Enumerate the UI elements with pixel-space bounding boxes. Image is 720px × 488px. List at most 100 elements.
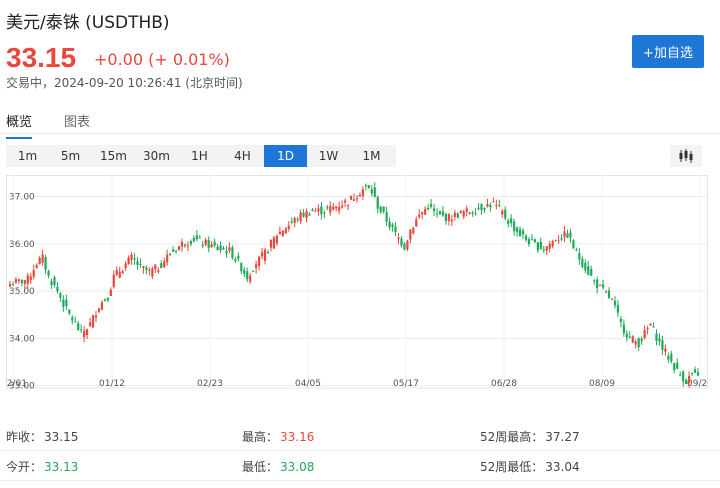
tab-chart[interactable]: 图表 [64, 109, 90, 139]
candle-body [596, 279, 599, 289]
candle-body [450, 219, 453, 222]
candle-body [88, 322, 92, 326]
candle-body [530, 239, 534, 241]
candle-body [438, 210, 442, 215]
candle-body [344, 200, 347, 203]
candle-body [658, 338, 661, 342]
candle-body [364, 185, 367, 187]
candle-body [177, 246, 181, 251]
candle-body [127, 257, 130, 265]
stat-label: 今开： [6, 460, 43, 474]
period-5m[interactable]: 5m [49, 145, 92, 167]
add-to-watchlist-button[interactable]: +加自选 [632, 35, 704, 68]
candle-body [602, 284, 605, 288]
period-1d[interactable]: 1D [264, 145, 307, 167]
candle-body [587, 266, 590, 275]
candle-body [174, 251, 178, 253]
candle-body [302, 212, 305, 217]
candle-body [504, 209, 507, 219]
candle-body [400, 238, 403, 246]
candle-body [590, 269, 593, 276]
candle-body [180, 241, 184, 247]
candle-body [50, 281, 53, 286]
period-1mo[interactable]: 1M [350, 145, 393, 167]
candle-body [56, 286, 59, 292]
candle-body [172, 249, 175, 252]
candle-body [68, 309, 71, 314]
candle-body [160, 263, 163, 268]
candle-body [11, 284, 15, 286]
candle-body [444, 213, 448, 221]
candle-body [139, 263, 142, 265]
period-4h[interactable]: 4H [221, 145, 264, 167]
candle-body [682, 371, 685, 382]
chart-type-button[interactable] [670, 145, 702, 167]
candle-body [100, 302, 104, 310]
candle-body [269, 239, 273, 248]
candle-body [670, 353, 673, 362]
stats-row-2: 今开： 33.13 最低： 33.08 52周最低： 33.04 [0, 450, 720, 481]
candle-body [610, 298, 614, 300]
candle-body [539, 241, 542, 250]
x-tick-label: 04/05 [295, 379, 321, 389]
candle-body [207, 239, 210, 248]
candle-body [661, 340, 664, 350]
candle-body [80, 329, 83, 331]
tab-overview[interactable]: 概览 [6, 109, 33, 139]
candle-body [148, 269, 151, 271]
candle-body [231, 247, 234, 259]
stat-value: 33.13 [44, 460, 79, 474]
candle-body [346, 204, 350, 206]
period-30m[interactable]: 30m [135, 145, 178, 167]
period-1w[interactable]: 1W [307, 145, 350, 167]
candle-body [299, 212, 302, 222]
candle-body [219, 245, 222, 251]
candle-body [222, 248, 225, 250]
candle-body [296, 219, 299, 221]
candle-body [575, 249, 578, 251]
period-1h[interactable]: 1H [178, 145, 221, 167]
x-tick-label: 02/23 [197, 379, 223, 389]
candle-body [77, 323, 80, 331]
candle-body [169, 253, 172, 255]
candle-body [74, 321, 77, 323]
candle-body [305, 211, 308, 219]
period-15m[interactable]: 15m [92, 145, 135, 167]
candle-body [607, 290, 611, 299]
candle-body [8, 284, 12, 287]
candle-body [255, 264, 258, 269]
candle-body [317, 208, 320, 212]
candle-body [693, 369, 697, 373]
candle-body [483, 207, 486, 210]
candle-body [373, 187, 376, 197]
candle-body [228, 247, 231, 251]
candle-body [86, 329, 89, 335]
price-chart[interactable]: 37.0036.0035.0034.0033.0012/0101/1202/23… [6, 175, 708, 412]
candle-body [406, 240, 409, 250]
candle-body [204, 239, 207, 245]
candle-body [118, 271, 121, 278]
candle-body [71, 317, 74, 321]
candle-body [311, 209, 314, 212]
candle-body [394, 226, 397, 233]
candle-body [412, 227, 415, 234]
candle-body [459, 210, 462, 213]
candle-body [258, 256, 261, 266]
candle-body [379, 207, 382, 213]
candle-body [329, 205, 332, 213]
price-change: +0.00 (+ 0.01%) [94, 50, 230, 69]
candle-body [492, 201, 495, 203]
candle-body [518, 229, 522, 237]
candle-body [397, 237, 400, 239]
candle-body [281, 230, 284, 236]
candle-body [249, 275, 252, 282]
candle-body [424, 208, 427, 215]
candle-body [263, 249, 267, 261]
candle-body [560, 238, 563, 240]
candle-body [341, 205, 344, 208]
period-1m[interactable]: 1m [6, 145, 49, 167]
candle-body [637, 337, 640, 348]
candle-body [246, 271, 249, 280]
candle-body [430, 203, 433, 207]
candle-body [643, 330, 646, 339]
